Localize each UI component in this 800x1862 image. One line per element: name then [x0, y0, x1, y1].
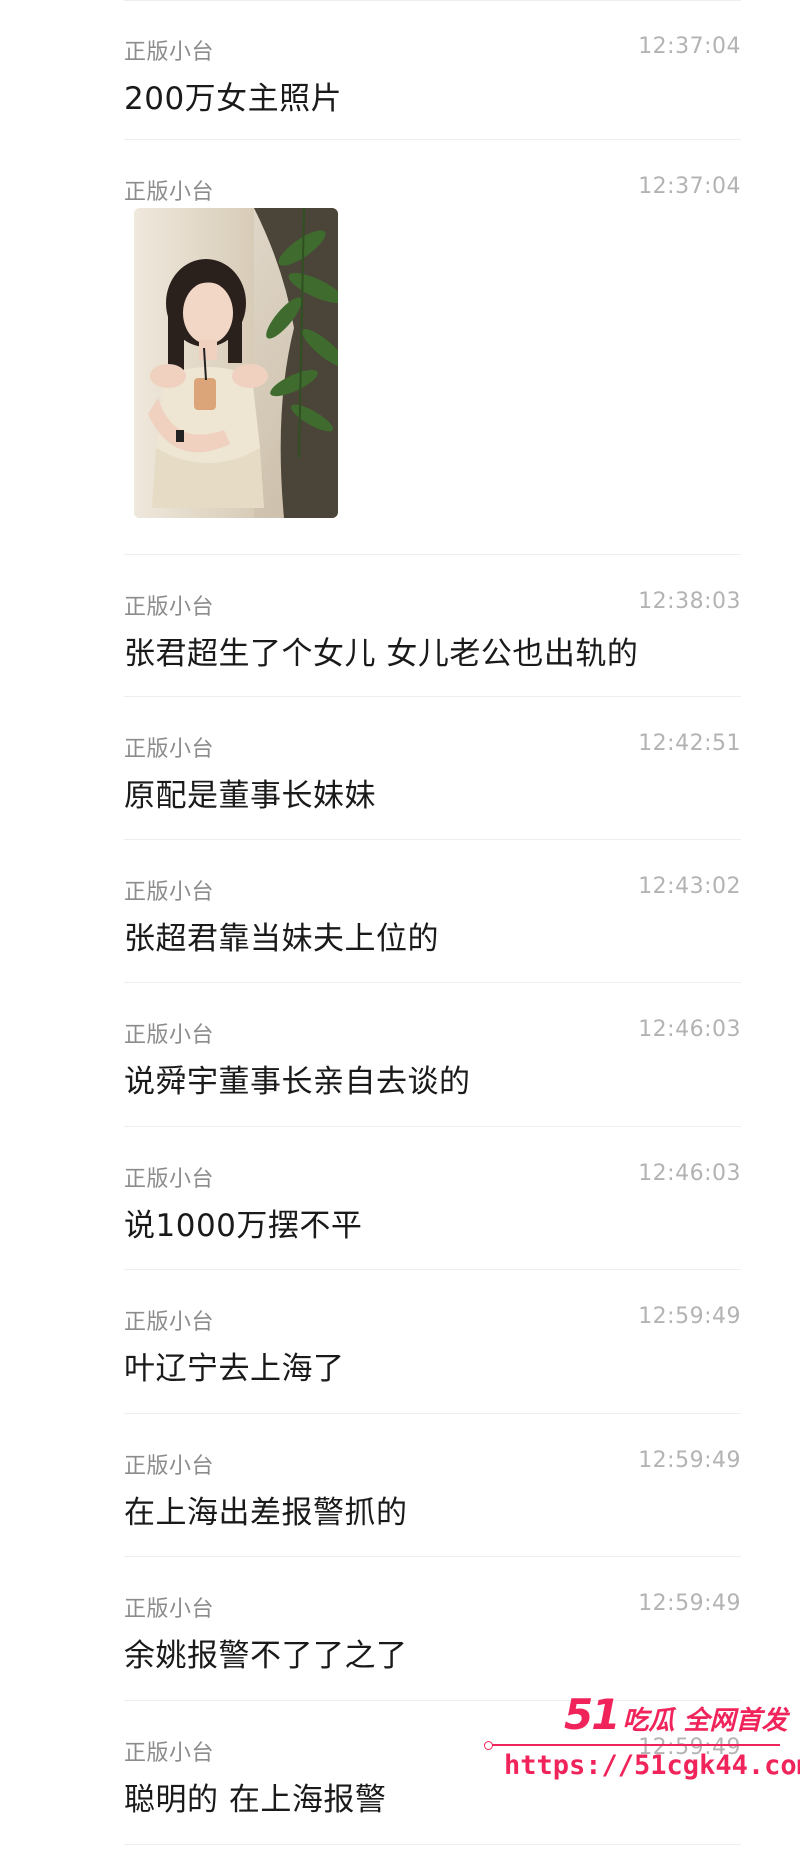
message-sender: 正版小台 — [124, 595, 215, 620]
message-text: 叶辽宁去上海了 — [124, 1351, 345, 1387]
message-text: 余姚报警不了了之了 — [124, 1638, 408, 1674]
message-text: 张君超生了个女儿 女儿老公也出轨的 — [124, 636, 639, 672]
watermark-divider — [484, 1741, 780, 1750]
message-item[interactable]: 正版小台 12:59:49 余姚报警不了了之了 — [124, 1557, 741, 1701]
message-item[interactable]: 正版小台 12:46:03 说舜宇董事长亲自去谈的 — [124, 983, 741, 1127]
message-time: 12:42:51 — [638, 731, 741, 756]
message-sender: 正版小台 — [124, 737, 215, 762]
watermark-brand: 吃瓜 全网首发 — [622, 1706, 788, 1736]
message-text: 张超君靠当妹夫上位的 — [124, 921, 439, 957]
message-sender: 正版小台 — [124, 1167, 215, 1192]
message-time: 12:59:49 — [638, 1448, 741, 1473]
watermark-url: https://51cgk44.com — [504, 1750, 800, 1781]
message-item[interactable]: 正版小台 12:38:03 张君超生了个女儿 女儿老公也出轨的 — [124, 555, 741, 697]
message-item[interactable]: 正版小台 12:59:49 叶辽宁去上海了 — [124, 1270, 741, 1414]
message-item[interactable]: 正版小台 12:37:04 — [124, 140, 741, 555]
message-time: 12:37:04 — [638, 34, 741, 59]
message-item[interactable]: 正版小台 12:43:02 张超君靠当妹夫上位的 — [124, 840, 741, 983]
message-item[interactable]: 正版小台 12:59:49 在上海出差报警抓的 — [124, 1414, 741, 1557]
site-watermark: 51 吃瓜 全网首发 https://51cgk44.com — [484, 1690, 800, 1862]
message-sender: 正版小台 — [124, 880, 215, 905]
message-sender: 正版小台 — [124, 1741, 215, 1766]
message-item[interactable]: 正版小台 12:46:03 说1000万摆不平 — [124, 1127, 741, 1270]
message-text: 说舜宇董事长亲自去谈的 — [124, 1064, 471, 1100]
message-sender: 正版小台 — [124, 1023, 215, 1048]
message-time: 12:59:49 — [638, 1591, 741, 1616]
photo-image — [134, 208, 338, 518]
message-time: 12:43:02 — [638, 874, 741, 899]
message-sender: 正版小台 — [124, 1454, 215, 1479]
message-time: 12:46:03 — [638, 1017, 741, 1042]
message-time: 12:59:49 — [638, 1304, 741, 1329]
message-time: 12:38:03 — [638, 589, 741, 614]
message-sender: 正版小台 — [124, 1597, 215, 1622]
message-text: 说1000万摆不平 — [124, 1208, 363, 1244]
watermark-logo: 51 吃瓜 全网首发 — [564, 1690, 788, 1739]
message-item[interactable]: 正版小台 12:42:51 原配是董事长妹妹 — [124, 697, 741, 840]
message-sender: 正版小台 — [124, 180, 215, 205]
message-text: 200万女主照片 — [124, 81, 343, 117]
message-text: 聪明的 在上海报警 — [124, 1782, 387, 1818]
message-time: 12:46:03 — [638, 1161, 741, 1186]
message-text: 在上海出差报警抓的 — [124, 1495, 408, 1531]
message-item[interactable]: 正版小台 12:37:04 200万女主照片 — [124, 0, 741, 140]
watermark-number: 51 — [564, 1690, 620, 1739]
message-text: 原配是董事长妹妹 — [124, 778, 376, 814]
message-sender: 正版小台 — [124, 1310, 215, 1335]
message-time: 12:37:04 — [638, 174, 741, 199]
message-photo[interactable] — [134, 208, 338, 518]
message-sender: 正版小台 — [124, 40, 215, 65]
